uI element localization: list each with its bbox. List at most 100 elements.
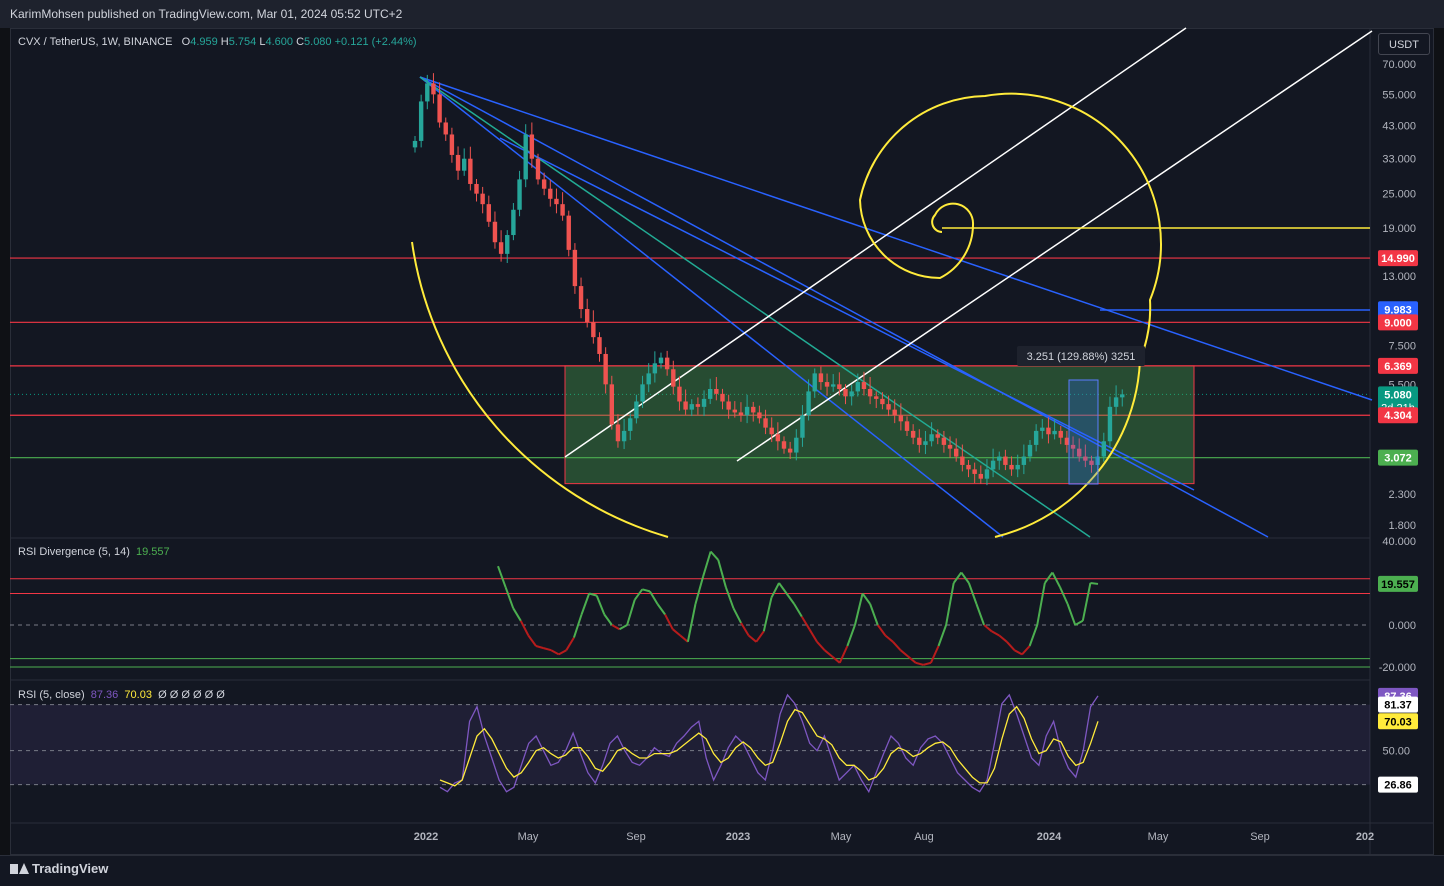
rsi-divergence-name: RSI Divergence (5, 14) [18,546,130,558]
na-5: Ø [216,689,225,701]
candle-body [431,83,436,95]
candle-body [486,204,491,222]
rsi-divergence-segment [732,607,742,624]
price-tick: 55.000 [1382,89,1416,101]
rsi-divergence-segment [762,597,773,632]
candle-body [794,437,799,453]
rsi-divergence-segment [497,565,507,588]
candle-body [474,183,479,194]
rsi-divergence-segment [1021,645,1031,656]
candle-body [757,412,762,419]
rsi-divergence-segment [543,647,552,652]
rsi-divergence-segment [785,592,796,605]
rsi-divergence-segment [907,655,917,664]
candle-body [935,434,940,438]
time-tick: 2024 [1037,831,1062,843]
rsi-divergence-segment [595,595,606,615]
rsi-divergence-segment [504,586,515,609]
candle-body [462,158,467,171]
currency-button[interactable]: USDT [1378,33,1430,55]
rsi-title: RSI (5, close) 87.36 70.03 Ø Ø Ø Ø Ø Ø [18,689,225,701]
tradingview-logo-icon [10,862,29,874]
candle-body [1027,444,1033,457]
candle-body [775,434,781,442]
time-tick: May [1148,831,1169,843]
candle-body [910,430,916,438]
candle-body [578,286,584,310]
rsi-divergence-label: 19.557 [1381,579,1415,591]
rsi-divergence-segment [869,603,879,626]
candle-body [560,204,565,216]
tradingview-logo[interactable]: TradingView [10,861,108,876]
rsi-value: 87.36 [90,689,119,701]
rsi-divergence-segment [793,603,803,618]
price-tick: 33.000 [1382,154,1416,166]
rsi-ma-label: 70.03 [1384,716,1412,728]
candle-body [874,396,879,399]
price-tick: 43.000 [1382,120,1416,132]
rsi-divergence-segment [1074,619,1084,626]
candle-body [972,469,977,474]
rsi-band [10,704,1370,785]
rsi-ma-value: 70.03 [124,689,152,701]
rsi-divergence-segment [831,655,841,664]
rsi-divergence-segment [991,630,1000,637]
rsi-divergence-segment [853,593,864,626]
price-label: 9.000 [1384,317,1412,329]
candle-body [449,134,455,155]
rsi-tick: 50.00 [1382,746,1410,758]
candle-body [812,373,817,392]
rsi-divergence-segment [983,624,993,633]
candle-body [695,404,701,407]
candle-body [535,158,541,180]
rsi-divergence-segment [642,588,651,593]
rsi-divergence-segment [686,603,697,642]
rsi-divergence-tick: -20.000 [1379,662,1416,674]
candle-body [492,221,498,243]
candle-body [677,386,682,402]
na-0: Ø [158,689,167,701]
candle-body [1101,441,1106,457]
candle-body [505,235,510,254]
candle-body [511,209,516,236]
measure-label: 3.251 (129.88%) 3251 [1027,351,1136,363]
candle-body [886,404,891,410]
candle-body [929,434,934,442]
candle-body [418,101,424,141]
candle-body [1120,394,1125,398]
rsi-divergence-segment [558,649,567,656]
trendline [419,76,1373,401]
rsi-divergence-pane [10,550,1370,668]
chart-canvas[interactable]: 3.251 (129.88%) 3251 70.000 55.000 43.000 3… [0,0,1444,885]
rsi-divergence-segment [755,630,765,643]
candle-body [1052,430,1057,435]
rsi-divergence-segment [899,649,909,658]
rsi-divergence-segment [1081,582,1092,621]
candle-body [566,215,571,250]
rsi-divergence-segment [550,649,560,656]
rsi-divergence-segment [664,614,674,630]
candle-body [615,424,621,442]
rsi-divergence-tick: 0.000 [1388,620,1416,632]
rsi-divergence-segment [1006,641,1016,651]
candle-body [867,389,873,397]
candle-body [726,401,731,410]
time-tick: May [518,831,539,843]
candle-body [628,418,633,431]
rsi-divergence-segment [702,551,712,577]
rsi-divergence-segment [960,571,970,584]
candle-body [498,242,504,254]
candle-body [966,464,971,470]
candle-body [1009,464,1014,470]
candle-body [548,188,553,199]
candle-body [1107,406,1113,442]
candle-body [671,369,676,387]
candle-body [787,448,793,453]
candle-body [585,309,590,323]
rsi-divergence-segment [800,616,811,630]
rsi-divergence-segment [808,628,818,643]
candle-body [904,421,910,431]
rsi-divergence-segment [778,582,788,595]
candle-body [1064,437,1070,445]
rsi-divergence-segment [770,582,780,599]
